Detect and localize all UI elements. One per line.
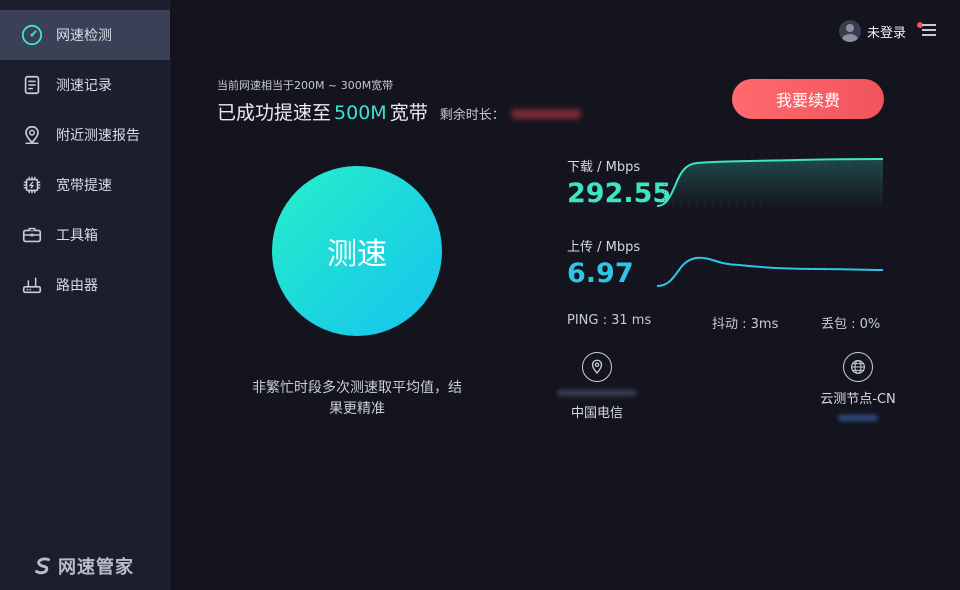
brand-logo: 网速管家	[32, 552, 134, 580]
brand-s-icon	[35, 557, 50, 575]
document-icon	[20, 73, 44, 97]
ping-stat: PING : 31 ms	[567, 313, 652, 328]
sidebar: 网速检测 测速记录 附近测速报告 宽带提速 工具箱 路由器 网速管家	[0, 0, 170, 590]
current-speed-text: 当前网速相当于200M ~ 300M宽带	[217, 79, 394, 92]
sidebar-item-label: 网速检测	[56, 28, 112, 44]
sidebar-item-speed-test[interactable]: 网速检测	[0, 10, 170, 60]
avatar[interactable]	[838, 20, 861, 42]
sidebar-item-label: 路由器	[56, 278, 98, 294]
hamburger-menu-icon[interactable]	[922, 24, 936, 38]
upload-value: 6.97	[567, 258, 634, 289]
main-panel: 未登录 当前网速相当于200M ~ 300M宽带 已成功提速至 500M 宽带 …	[171, 0, 960, 590]
sidebar-item-nearby-report[interactable]: 附近测速报告	[0, 110, 170, 160]
node-id-redacted	[838, 415, 878, 421]
sidebar-item-label: 工具箱	[56, 228, 98, 244]
location-pin-icon	[20, 123, 44, 147]
upload-label: 上传 / Mbps	[567, 240, 641, 255]
sidebar-item-toolbox[interactable]: 工具箱	[0, 210, 170, 260]
download-value: 292.55	[567, 178, 672, 209]
packet-loss-stat: 丢包 : 0%	[821, 317, 881, 332]
sidebar-item-broadband-boost[interactable]: 宽带提速	[0, 160, 170, 210]
sidebar-item-speed-records[interactable]: 测速记录	[0, 60, 170, 110]
brand-name: 网速管家	[58, 557, 134, 578]
headline-suffix: 宽带	[389, 102, 428, 124]
router-icon	[20, 273, 44, 297]
toolbox-icon	[20, 223, 44, 247]
download-label: 下载 / Mbps	[567, 160, 641, 175]
start-speed-test-button[interactable]: 测速	[272, 166, 442, 336]
chip-icon	[20, 173, 44, 197]
headline-prefix: 已成功提速至	[217, 102, 332, 124]
location-pin-icon	[582, 352, 612, 382]
user-login[interactable]: 未登录	[838, 20, 906, 42]
node-name: 云测节点-CN	[820, 392, 896, 407]
speed-test-tip: 非繁忙时段多次测速取平均值，结果更精准	[252, 380, 462, 417]
sidebar-item-label: 附近测速报告	[56, 128, 140, 144]
isp-info: 中国电信	[527, 352, 667, 421]
node-info: 云测节点-CN	[788, 352, 928, 421]
download-chart	[657, 152, 883, 208]
remaining-time-label: 剩余时长：	[439, 108, 505, 123]
globe-icon	[843, 352, 873, 382]
remaining-time-redacted	[510, 109, 581, 119]
upload-chart	[657, 232, 883, 288]
sidebar-item-label: 宽带提速	[56, 178, 112, 194]
renew-button[interactable]: 我要续费	[732, 79, 884, 119]
isp-name: 中国电信	[570, 406, 623, 421]
isp-ip-redacted	[557, 390, 637, 396]
jitter-stat: 抖动 : 3ms	[712, 317, 779, 332]
user-status-label[interactable]: 未登录	[867, 22, 906, 41]
sidebar-item-router[interactable]: 路由器	[0, 260, 170, 310]
sidebar-item-label: 测速记录	[56, 78, 112, 94]
headline-speed: 500M	[334, 102, 387, 124]
speedometer-icon	[20, 23, 44, 47]
boost-headline: 已成功提速至 500M 宽带 剩余时长：	[217, 98, 581, 125]
